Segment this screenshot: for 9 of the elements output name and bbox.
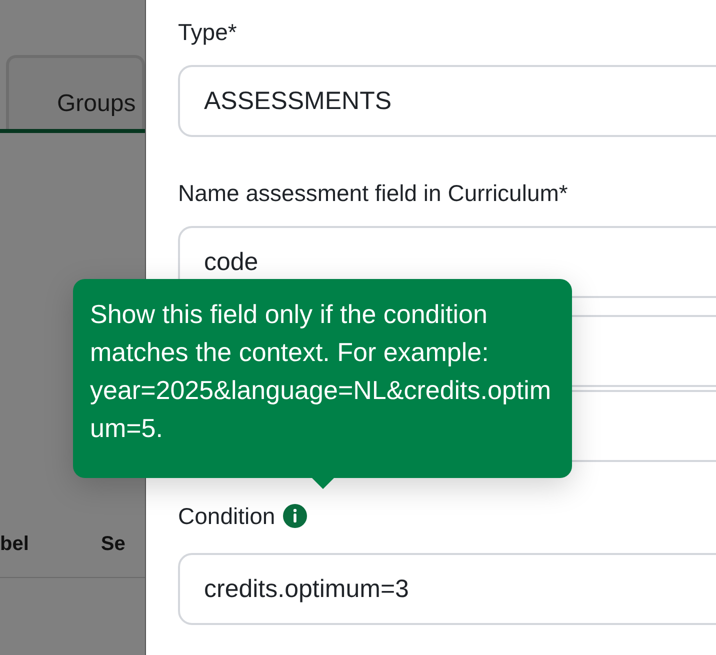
field-label: Type*	[178, 18, 237, 46]
column-header: bel	[0, 533, 29, 557]
tooltip-text: Show this field only if the condition matches the context. For example: year=2025&language=NL&credits.optimum=5.	[90, 298, 552, 445]
input-field[interactable]: credits.optimum=3	[178, 553, 716, 625]
column-header: Se	[100, 533, 126, 557]
input-field[interactable]: ASSESSMENTS	[178, 65, 716, 137]
info-icon[interactable]	[283, 504, 308, 528]
field-label: Name assessment field in Curriculum*	[178, 180, 568, 206]
field-label: Condition	[178, 502, 276, 530]
